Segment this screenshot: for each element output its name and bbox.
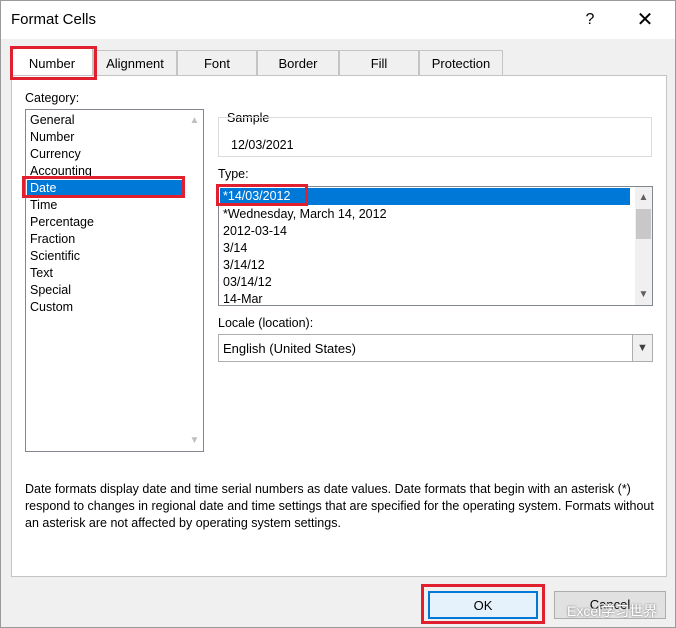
watermark: Excel学习世界 xyxy=(567,603,658,619)
category-label: Category: xyxy=(25,91,80,105)
tab-border[interactable]: Border xyxy=(257,50,339,76)
category-item-number[interactable]: Number xyxy=(30,129,74,146)
locale-dropdown[interactable]: English (United States) ▼ xyxy=(218,334,653,362)
scroll-up-arrow-icon[interactable]: ▲ xyxy=(635,189,652,206)
locale-value: English (United States) xyxy=(223,341,356,356)
category-item-text[interactable]: Text xyxy=(30,265,53,282)
tab-font[interactable]: Font xyxy=(177,50,257,76)
type-scrollbar[interactable]: ▲ ▼ xyxy=(635,187,652,305)
category-item-special[interactable]: Special xyxy=(30,282,71,299)
sample-box: 12/03/2021 xyxy=(218,117,652,157)
category-item-scientific[interactable]: Scientific xyxy=(30,248,80,265)
scroll-thumb[interactable] xyxy=(636,209,651,239)
ok-button[interactable]: OK xyxy=(428,591,538,619)
tab-alignment[interactable]: Alignment xyxy=(93,50,177,76)
help-button[interactable]: ? xyxy=(575,5,605,35)
chevron-down-icon[interactable]: ▼ xyxy=(632,335,652,361)
dialog-title: Format Cells xyxy=(11,11,97,28)
type-item[interactable]: *Wednesday, March 14, 2012 xyxy=(223,206,387,223)
type-listbox[interactable]: *14/03/2012 *Wednesday, March 14, 2012 2… xyxy=(218,186,653,306)
format-cells-dialog: Format Cells ? ✕ Number Alignment Font B… xyxy=(0,0,676,628)
category-item-fraction[interactable]: Fraction xyxy=(30,231,75,248)
category-item-time[interactable]: Time xyxy=(30,197,57,214)
close-button[interactable]: ✕ xyxy=(627,5,663,35)
category-item-custom[interactable]: Custom xyxy=(30,299,73,316)
scroll-down-arrow-icon[interactable]: ▼ xyxy=(186,432,203,449)
category-listbox[interactable]: General Number Currency Accounting Date … xyxy=(25,109,204,452)
category-item-currency[interactable]: Currency xyxy=(30,146,81,163)
scroll-up-arrow-icon[interactable]: ▲ xyxy=(186,112,203,129)
format-description: Date formats display date and time seria… xyxy=(25,482,654,530)
tab-fill[interactable]: Fill xyxy=(339,50,419,76)
type-item[interactable]: *14/03/2012 xyxy=(220,188,630,205)
scroll-down-arrow-icon[interactable]: ▼ xyxy=(635,286,652,303)
type-item[interactable]: 03/14/12 xyxy=(223,274,272,291)
category-item-general[interactable]: General xyxy=(30,112,74,129)
sample-value: 12/03/2021 xyxy=(231,138,294,152)
category-item-date[interactable]: Date xyxy=(27,180,182,197)
title-bar: Format Cells ? ✕ xyxy=(1,1,675,39)
type-item[interactable]: 14-Mar xyxy=(223,291,263,305)
type-item[interactable]: 3/14/12 xyxy=(223,257,265,274)
type-item[interactable]: 3/14 xyxy=(223,240,247,257)
type-item[interactable]: 2012-03-14 xyxy=(223,223,287,240)
category-item-accounting[interactable]: Accounting xyxy=(30,163,92,180)
type-label: Type: xyxy=(218,167,249,181)
category-item-percentage[interactable]: Percentage xyxy=(30,214,94,231)
tab-number[interactable]: Number xyxy=(11,48,93,76)
locale-label: Locale (location): xyxy=(218,316,314,330)
tab-protection[interactable]: Protection xyxy=(419,50,503,76)
category-scrollbar[interactable]: ▲ ▼ xyxy=(186,110,203,451)
